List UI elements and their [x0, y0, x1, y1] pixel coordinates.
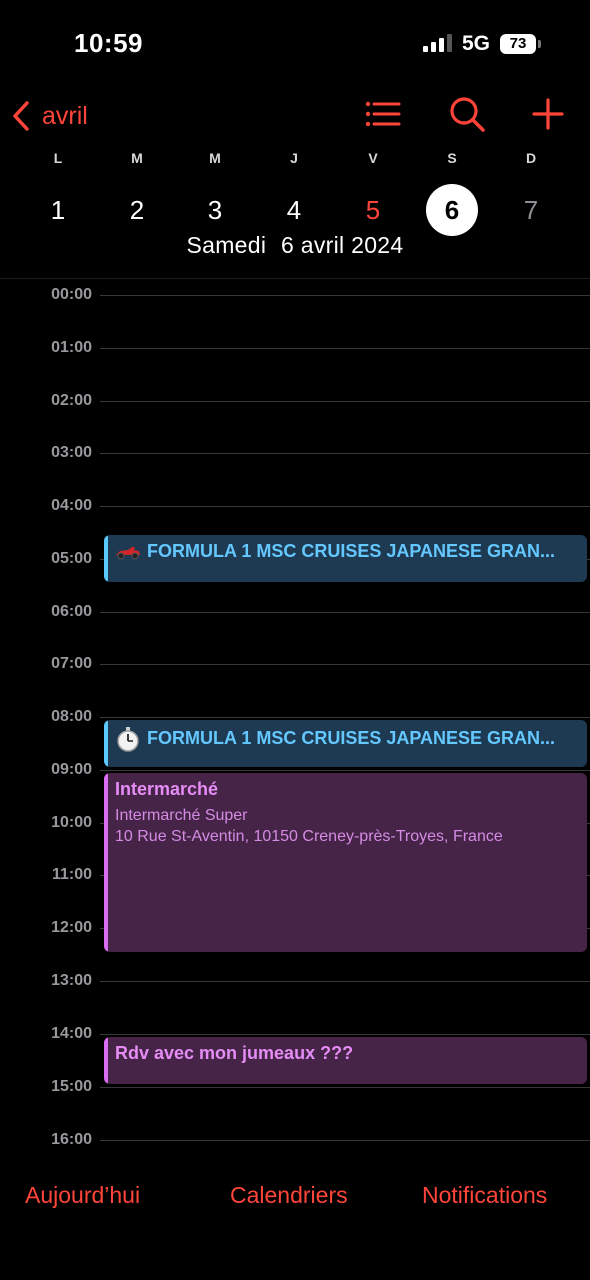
notifications-button[interactable]: Notifications	[422, 1182, 547, 1209]
hour-label: 02:00	[51, 392, 92, 409]
hour-line	[100, 453, 590, 454]
status-bar: 10:59 5G 73	[0, 0, 590, 90]
event-color-bar	[104, 1037, 108, 1084]
day-number[interactable]: 7	[505, 184, 557, 236]
hour-label: 01:00	[51, 339, 92, 356]
event-formula1-session[interactable]: FORMULA 1 MSC CRUISES JAPANESE GRAN...	[104, 720, 587, 767]
hour-line	[100, 1087, 590, 1088]
hour-label: 06:00	[51, 603, 92, 620]
day-column[interactable]: M 2	[107, 148, 167, 236]
event-location-name: Intermarché Super	[115, 807, 248, 824]
day-number[interactable]: 1	[32, 184, 84, 236]
back-label: avril	[42, 101, 88, 130]
day-column[interactable]: D 7	[501, 148, 561, 236]
hour-label: 00:00	[51, 286, 92, 303]
race-car-icon	[116, 547, 140, 560]
date-weekday: Samedi	[186, 232, 267, 258]
date-full: 6 avril 2024	[280, 232, 404, 258]
hour-label: 13:00	[51, 972, 92, 989]
event-address: 10 Rue St-Aventin, 10150 Creney-près-Tro…	[115, 828, 503, 845]
weekday-label: V	[368, 150, 378, 166]
event-title: Intermarché	[115, 779, 219, 799]
weekday-label: M	[209, 150, 221, 166]
weekday-label: S	[447, 150, 457, 166]
weekday-label: L	[53, 150, 63, 166]
hour-label: 14:00	[51, 1025, 92, 1042]
hour-line	[100, 348, 590, 349]
event-color-bar	[104, 720, 108, 767]
day-number[interactable]: 3	[189, 184, 241, 236]
weekday-label: D	[525, 150, 537, 166]
hour-line	[100, 612, 590, 613]
hour-label: 12:00	[51, 919, 92, 936]
hour-line	[100, 1140, 590, 1141]
calendars-button[interactable]: Calendriers	[230, 1182, 348, 1209]
hour-line	[100, 401, 590, 402]
hour-line	[100, 717, 590, 718]
selected-date-title: Samedi 6 avril 2024	[0, 232, 590, 259]
day-number-selected[interactable]: 6	[426, 184, 478, 236]
header-separator	[0, 278, 590, 279]
hour-label: 16:00	[51, 1131, 92, 1148]
hour-label: 11:00	[51, 866, 92, 883]
day-number[interactable]: 4	[268, 184, 320, 236]
hour-label: 08:00	[51, 708, 92, 725]
day-column[interactable]: J 4	[264, 148, 324, 236]
hour-line	[100, 506, 590, 507]
stopwatch-icon	[117, 727, 139, 752]
hour-line	[100, 770, 590, 771]
day-column[interactable]: V 5	[343, 148, 403, 236]
hour-label: 03:00	[51, 444, 92, 461]
event-title: Rdv avec mon jumeaux ???	[115, 1043, 354, 1063]
hour-label: 05:00	[51, 550, 92, 567]
plus-icon[interactable]	[528, 94, 568, 134]
event-title: FORMULA 1 MSC CRUISES JAPANESE GRAN...	[115, 726, 581, 752]
day-column[interactable]: L 1	[28, 148, 88, 236]
event-color-bar	[104, 535, 108, 582]
today-button[interactable]: Aujourd’hui	[25, 1182, 140, 1209]
network-label: 5G	[462, 32, 491, 55]
day-number-today[interactable]: 5	[347, 184, 399, 236]
event-title-text: FORMULA 1 MSC CRUISES JAPANESE GRAN...	[147, 541, 556, 561]
nav-bar: avril	[0, 90, 590, 140]
hour-line	[100, 295, 590, 296]
signal-icon	[423, 34, 453, 52]
hour-label: 07:00	[51, 655, 92, 672]
battery-icon: 73	[500, 34, 536, 54]
event-title-text: FORMULA 1 MSC CRUISES JAPANESE GRAN...	[147, 727, 556, 748]
hour-label: 09:00	[51, 761, 92, 778]
list-icon[interactable]	[362, 94, 402, 134]
chevron-left-icon	[13, 101, 29, 131]
status-time: 10:59	[74, 28, 143, 58]
hour-line	[100, 981, 590, 982]
hour-label: 10:00	[51, 814, 92, 831]
event-color-bar	[104, 773, 108, 952]
weekday-label: M	[131, 150, 143, 166]
day-column[interactable]: M 3	[185, 148, 245, 236]
hour-label: 15:00	[51, 1078, 92, 1095]
day-column[interactable]: S 6	[422, 148, 482, 236]
event-rdv[interactable]: Rdv avec mon jumeaux ???	[104, 1037, 587, 1084]
battery-cap	[538, 40, 541, 48]
weekday-label: J	[290, 150, 298, 166]
event-title: FORMULA 1 MSC CRUISES JAPANESE GRAN...	[115, 541, 581, 562]
hour-line	[100, 1034, 590, 1035]
event-intermarche[interactable]: Intermarché Intermarché Super 10 Rue St-…	[104, 773, 587, 952]
search-icon[interactable]	[447, 94, 487, 134]
hour-line	[100, 664, 590, 665]
event-formula1-race[interactable]: FORMULA 1 MSC CRUISES JAPANESE GRAN...	[104, 535, 587, 582]
back-button[interactable]: avril	[10, 96, 88, 136]
day-number[interactable]: 2	[111, 184, 163, 236]
hour-label: 04:00	[51, 497, 92, 514]
